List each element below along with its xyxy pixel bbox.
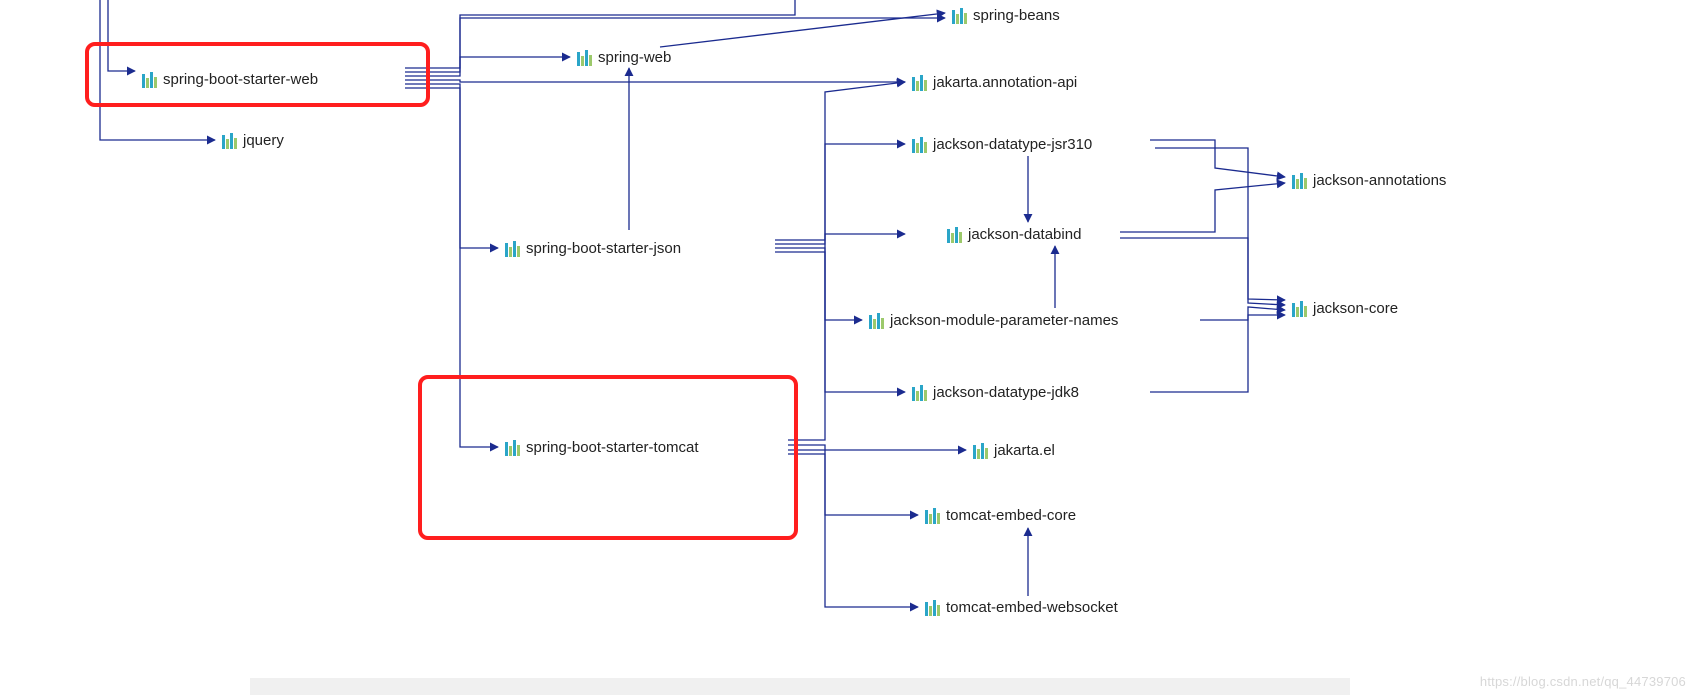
- node-spring-boot-starter-tomcat[interactable]: spring-boot-starter-tomcat: [503, 438, 701, 457]
- library-icon: [577, 50, 592, 66]
- library-icon: [925, 600, 940, 616]
- library-icon: [142, 72, 157, 88]
- node-label: jackson-annotations: [1313, 172, 1446, 189]
- node-spring-boot-starter-web[interactable]: spring-boot-starter-web: [140, 70, 320, 89]
- node-label: jakarta.annotation-api: [933, 74, 1077, 91]
- node-label: jackson-core: [1313, 300, 1398, 317]
- library-icon: [869, 313, 884, 329]
- node-spring-boot-starter-json[interactable]: spring-boot-starter-json: [503, 239, 683, 258]
- library-icon: [912, 385, 927, 401]
- node-spring-web[interactable]: spring-web: [575, 48, 673, 67]
- node-label: jakarta.el: [994, 442, 1055, 459]
- node-jackson-module-parameter-names[interactable]: jackson-module-parameter-names: [867, 311, 1120, 330]
- dependency-graph: { "nodes": { "starterWeb": "spring-boot-…: [0, 0, 1694, 695]
- library-icon: [505, 241, 520, 257]
- node-label: jquery: [243, 132, 284, 149]
- horizontal-scrollbar[interactable]: [250, 678, 1350, 695]
- library-icon: [912, 137, 927, 153]
- node-label: tomcat-embed-websocket: [946, 599, 1118, 616]
- node-label: tomcat-embed-core: [946, 507, 1076, 524]
- node-label: spring-web: [598, 49, 671, 66]
- node-jackson-datatype-jsr310[interactable]: jackson-datatype-jsr310: [910, 135, 1094, 154]
- library-icon: [925, 508, 940, 524]
- node-tomcat-embed-websocket[interactable]: tomcat-embed-websocket: [923, 598, 1120, 617]
- connector-layer: [0, 0, 1694, 695]
- library-icon: [1292, 173, 1307, 189]
- node-label: spring-boot-starter-web: [163, 71, 318, 88]
- library-icon: [952, 8, 967, 24]
- node-jquery[interactable]: jquery: [220, 131, 286, 150]
- node-jakarta-annotation-api[interactable]: jakarta.annotation-api: [910, 73, 1079, 92]
- node-jackson-databind[interactable]: jackson-databind: [945, 225, 1083, 244]
- library-icon: [222, 133, 237, 149]
- library-icon: [947, 227, 962, 243]
- node-jackson-annotations[interactable]: jackson-annotations: [1290, 171, 1448, 190]
- library-icon: [505, 440, 520, 456]
- node-label: jackson-module-parameter-names: [890, 312, 1118, 329]
- node-label: spring-boot-starter-json: [526, 240, 681, 257]
- library-icon: [973, 443, 988, 459]
- node-label: spring-beans: [973, 7, 1060, 24]
- node-label: jackson-databind: [968, 226, 1081, 243]
- library-icon: [1292, 301, 1307, 317]
- node-tomcat-embed-core[interactable]: tomcat-embed-core: [923, 506, 1078, 525]
- library-icon: [912, 75, 927, 91]
- node-jackson-datatype-jdk8[interactable]: jackson-datatype-jdk8: [910, 383, 1081, 402]
- node-jackson-core[interactable]: jackson-core: [1290, 299, 1400, 318]
- node-label: spring-boot-starter-tomcat: [526, 439, 699, 456]
- node-label: jackson-datatype-jdk8: [933, 384, 1079, 401]
- watermark: https://blog.csdn.net/qq_44739706: [1480, 674, 1686, 689]
- node-jakarta-el[interactable]: jakarta.el: [971, 441, 1057, 460]
- node-label: jackson-datatype-jsr310: [933, 136, 1092, 153]
- node-spring-beans[interactable]: spring-beans: [950, 6, 1062, 25]
